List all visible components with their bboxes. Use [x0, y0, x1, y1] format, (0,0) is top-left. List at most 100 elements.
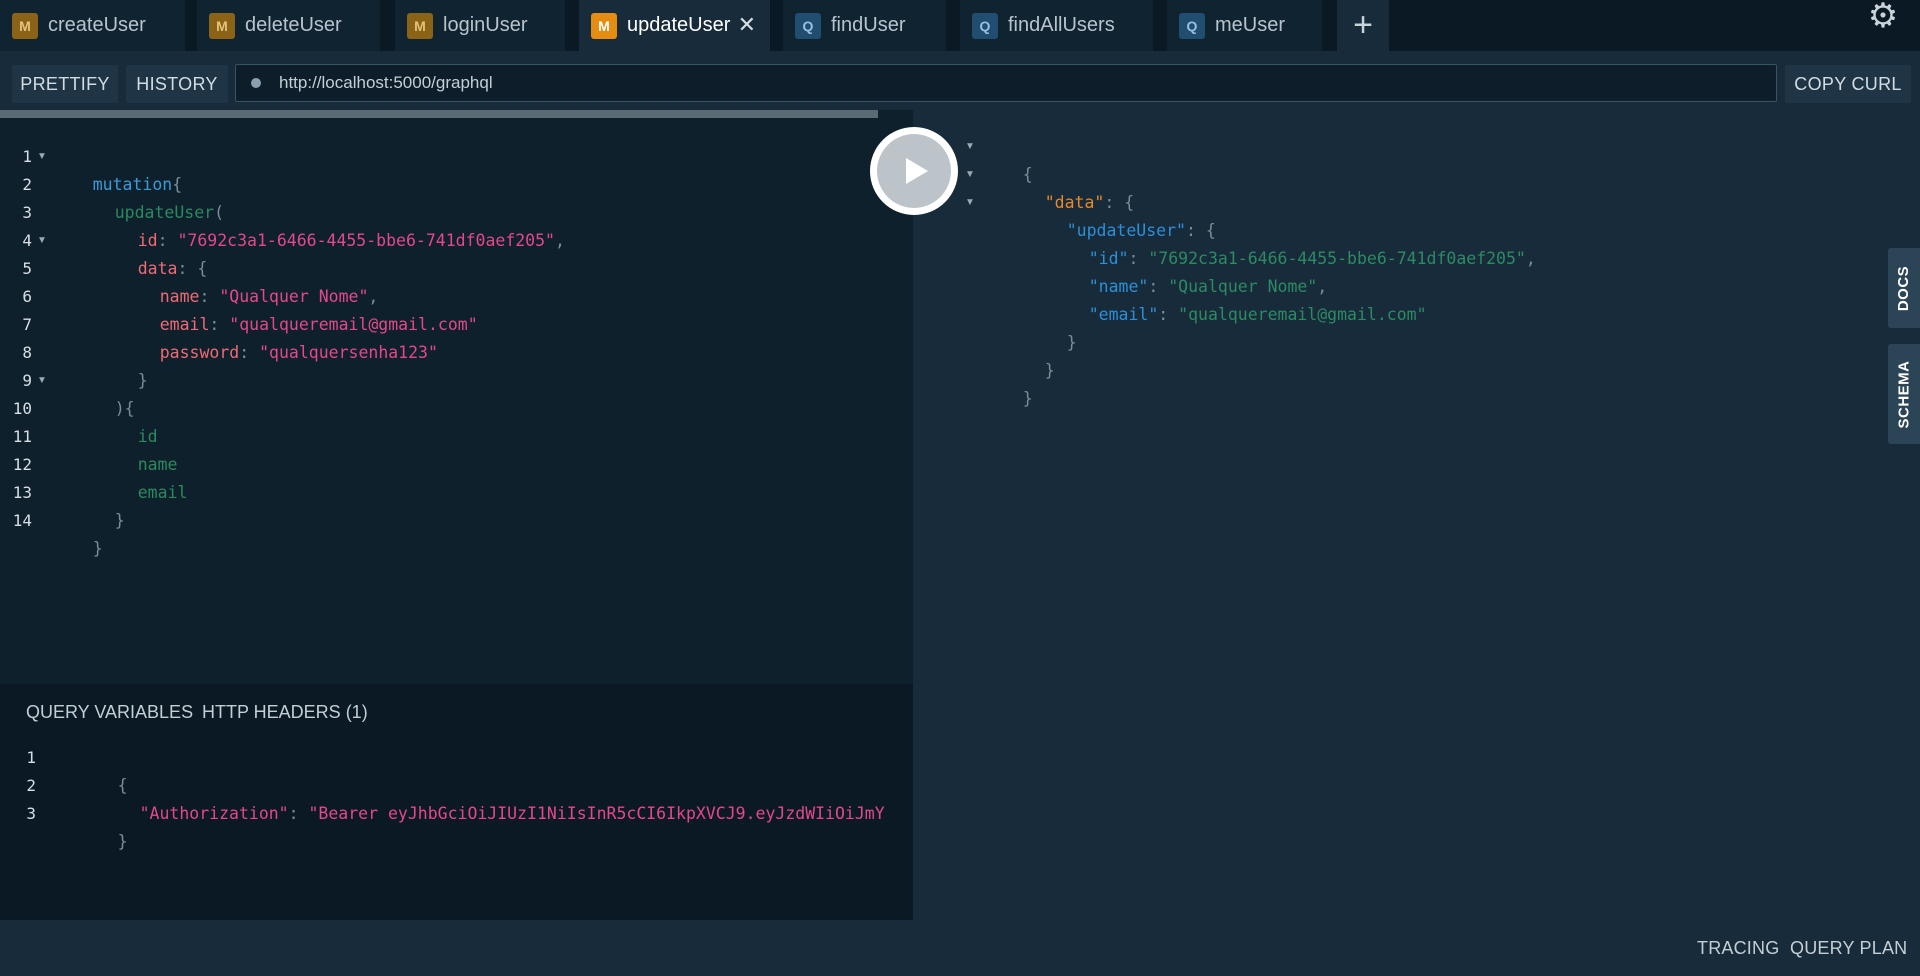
tab-label: deleteUser [245, 14, 342, 36]
punctuation: , [555, 231, 565, 250]
tab-label: findAllUsers [1008, 14, 1115, 36]
result-line: { [983, 133, 1033, 184]
schema-tab-label: SCHEMA [1895, 359, 1913, 429]
add-tab-button[interactable]: + [1337, 0, 1389, 51]
query-plan-button[interactable]: QUERY PLAN [1790, 938, 1907, 959]
docs-tab[interactable]: DOCS [1888, 248, 1920, 328]
tab-meUser[interactable]: Q meUser [1167, 0, 1322, 51]
endpoint-url: http://localhost:5000/graphql [279, 73, 493, 92]
line-number: 2 [22, 175, 32, 194]
gear-icon: ⚙ [1867, 0, 1899, 35]
selection-field: email [137, 483, 188, 502]
result-line: "email": "qualqueremail@gmail.com" [1049, 273, 1427, 324]
mutation-badge: M [407, 12, 433, 39]
code-line: id [98, 395, 158, 446]
copy-curl-button[interactable]: COPY CURL [1785, 65, 1911, 103]
line-number: 8 [22, 343, 32, 362]
punctuation: } [1022, 389, 1033, 408]
punctuation: } [92, 539, 103, 558]
punctuation: , [1525, 249, 1536, 268]
punctuation: } [1044, 361, 1055, 380]
tab-createUser[interactable]: M createUser [0, 0, 185, 51]
line-number: 4 [22, 231, 32, 250]
execute-query-button[interactable] [870, 127, 958, 215]
tab-label: updateUser [627, 14, 731, 36]
headers-editor[interactable]: 1 2 3 { "Authorization": "Bearer eyJhbGc… [0, 744, 913, 914]
code-line: email [98, 451, 188, 502]
tab-label: loginUser [443, 14, 528, 36]
line-number: 13 [12, 483, 32, 502]
code-line: mutation{ [53, 143, 182, 194]
query-badge: Q [795, 12, 821, 39]
tab-bar: M createUser M deleteUser M loginUser M … [0, 0, 1920, 51]
footer-bar: TRACING QUERY PLAN [0, 920, 1920, 976]
punctuation: : [288, 804, 309, 823]
toolbar: PRETTIFY HISTORY http://localhost:5000/g… [0, 51, 1920, 110]
query-editor[interactable]: 1 2 3 4 5 6 7 8 9 10 11 12 13 14 ▼ ▼ ▼ m… [0, 110, 913, 684]
result-line: } [983, 357, 1033, 408]
tab-findAllUsers[interactable]: Q findAllUsers [960, 0, 1153, 51]
fold-arrow-icon[interactable]: ▼ [37, 143, 47, 171]
tab-query-variables[interactable]: QUERY VARIABLES [26, 702, 193, 723]
plus-icon: + [1353, 6, 1373, 44]
line-number: 1 [26, 748, 36, 767]
line-number: 3 [22, 203, 32, 222]
tab-label: createUser [48, 14, 146, 36]
line-number: 5 [22, 259, 32, 278]
settings-button[interactable]: ⚙ [1866, 0, 1900, 35]
line-number: 1 [22, 147, 32, 166]
mutation-badge: M [12, 12, 38, 39]
tab-deleteUser[interactable]: M deleteUser [197, 0, 380, 51]
fold-arrow-icon[interactable]: ▼ [965, 161, 975, 189]
schema-tab[interactable]: SCHEMA [1888, 344, 1920, 444]
code-line: name: "Qualquer Nome", [120, 255, 379, 306]
query-badge: Q [972, 12, 998, 39]
code-line: id: "7692c3a1-6466-4455-bbe6-741df0aef20… [98, 199, 565, 250]
code-line: } [98, 339, 148, 390]
line-number: 2 [26, 776, 36, 795]
fold-arrow-icon[interactable]: ▼ [965, 133, 975, 161]
fold-arrow-icon[interactable]: ▼ [37, 227, 47, 255]
result-line: "id": "7692c3a1-6466-4455-bbe6-741df0aef… [1049, 217, 1536, 268]
punctuation: : [1158, 305, 1179, 324]
header-value: "Bearer eyJhbGciOiJIUzI1NiIsInR5cCI6IkpX… [308, 804, 885, 823]
string-value: "7692c3a1-6466-4455-bbe6-741df0aef205" [177, 231, 556, 250]
line-number: 3 [26, 804, 36, 823]
result-line: "data": { [1005, 161, 1134, 212]
close-icon[interactable]: ✕ [738, 13, 756, 37]
line-number: 6 [22, 287, 32, 306]
code-line: data: { [98, 227, 208, 278]
argument-name: password [159, 343, 240, 362]
line-number: 7 [22, 315, 32, 334]
query-badge: Q [1179, 12, 1205, 39]
code-line: email: "qualqueremail@gmail.com" [120, 283, 478, 334]
endpoint-input[interactable]: http://localhost:5000/graphql [235, 64, 1777, 102]
code-line: { [58, 744, 128, 795]
mutation-badge: M [591, 12, 617, 39]
history-button[interactable]: HISTORY [126, 65, 228, 103]
variables-panel: QUERY VARIABLES HTTP HEADERS (1) 1 2 3 {… [0, 684, 913, 920]
code-line: } [58, 800, 128, 851]
play-icon [906, 158, 928, 184]
status-dot-icon [251, 78, 261, 88]
result-line: "updateUser": { [1027, 189, 1216, 240]
line-number: 10 [12, 399, 32, 418]
tab-label: findUser [831, 14, 906, 36]
horizontal-scrollbar[interactable] [0, 110, 878, 118]
line-number: 12 [12, 455, 32, 474]
fold-arrow-icon[interactable]: ▼ [37, 367, 47, 395]
tab-updateUser[interactable]: M updateUser ✕ [579, 0, 770, 51]
result-viewer[interactable]: ▼ ▼ ▼ { "data": { "updateUser": { "id": … [913, 110, 1920, 920]
prettify-button[interactable]: PRETTIFY [12, 65, 118, 103]
code-line: updateUser( [75, 171, 224, 222]
punctuation: } [117, 832, 128, 851]
punctuation: } [114, 511, 125, 530]
tab-loginUser[interactable]: M loginUser [395, 0, 565, 51]
result-line: "name": "Qualquer Nome", [1049, 245, 1327, 296]
code-line: ){ [75, 367, 135, 418]
tracing-button[interactable]: TRACING [1697, 938, 1779, 959]
fold-arrow-icon[interactable]: ▼ [965, 189, 975, 217]
tab-http-headers[interactable]: HTTP HEADERS (1) [202, 702, 368, 723]
tab-findUser[interactable]: Q findUser [783, 0, 946, 51]
tab-label: meUser [1215, 14, 1286, 36]
